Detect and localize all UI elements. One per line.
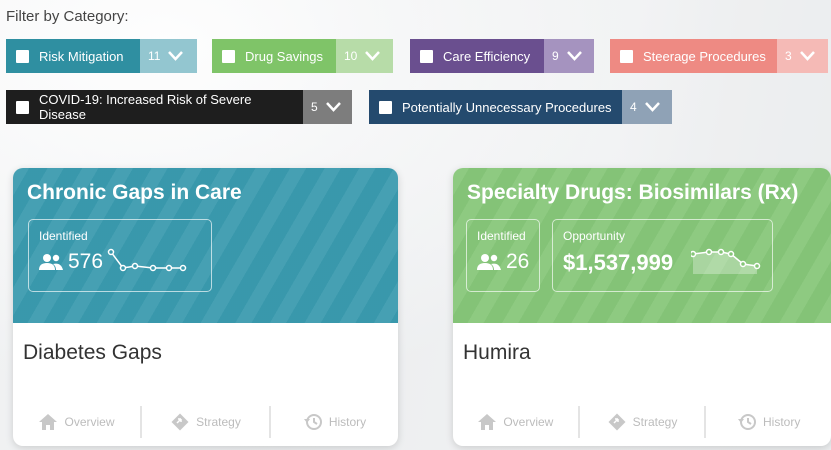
- chip-main[interactable]: Potentially Unnecessary Procedures: [369, 90, 622, 124]
- checkbox[interactable]: [16, 100, 29, 114]
- chevron-down-icon: [566, 51, 582, 61]
- chip-count[interactable]: 9: [544, 39, 594, 73]
- count-value: 11: [148, 49, 161, 63]
- history-label: History: [328, 415, 367, 429]
- chevron-down-icon: [644, 102, 660, 112]
- chip-label: Potentially Unnecessary Procedures: [402, 99, 612, 115]
- overview-button[interactable]: Overview: [453, 406, 578, 438]
- history-icon: [738, 414, 756, 430]
- count-value: 5: [311, 100, 318, 114]
- trend-sparkline: [691, 248, 761, 274]
- chip-label: Risk Mitigation: [39, 48, 124, 64]
- count-value: 10: [344, 49, 358, 63]
- filter-chip-risk-mitigation[interactable]: Risk Mitigation 11: [6, 39, 197, 73]
- chip-label: Steerage Procedures: [643, 48, 766, 64]
- identified-label: Identified: [39, 229, 88, 243]
- count-value: 3: [785, 49, 792, 63]
- overview-label: Overview: [64, 415, 115, 429]
- overview-button[interactable]: Overview: [13, 406, 140, 438]
- checkbox[interactable]: [620, 49, 633, 63]
- opportunity-card-chronic-gaps[interactable]: Chronic Gaps in Care Identified 576 Diab…: [13, 168, 398, 446]
- home-icon: [478, 414, 497, 430]
- history-button[interactable]: History: [704, 406, 831, 438]
- strategy-icon: [608, 413, 626, 431]
- identified-value: 26: [506, 250, 530, 273]
- chip-main[interactable]: Steerage Procedures: [610, 39, 777, 73]
- identified-label: Identified: [477, 229, 526, 243]
- checkbox[interactable]: [379, 100, 392, 114]
- chevron-down-icon: [168, 51, 184, 61]
- chevron-down-icon: [325, 102, 341, 112]
- chip-count[interactable]: 5: [303, 90, 352, 124]
- identified-stat-box: Identified 576: [28, 219, 212, 292]
- identified-value-row: 26: [477, 250, 529, 274]
- filter-chip-steerage-procedures[interactable]: Steerage Procedures 3: [610, 39, 828, 73]
- strategy-button[interactable]: Strategy: [577, 406, 705, 438]
- chip-count[interactable]: 10: [336, 39, 393, 73]
- filter-chip-drug-savings[interactable]: Drug Savings 10: [212, 39, 393, 73]
- strategy-label: Strategy: [196, 415, 241, 429]
- history-label: History: [763, 415, 801, 429]
- chip-main[interactable]: Risk Mitigation: [6, 39, 140, 73]
- chip-count[interactable]: 4: [622, 90, 672, 124]
- identified-stat-box: Identified 26: [466, 219, 540, 292]
- users-icon: [477, 254, 501, 270]
- filter-chip-potentially-unnecessary-procedures[interactable]: Potentially Unnecessary Procedures 4: [369, 90, 672, 124]
- card-item-name: Diabetes Gaps: [23, 341, 162, 364]
- checkbox[interactable]: [420, 49, 433, 63]
- card-header: Specialty Drugs: Biosimilars (Rx) Identi…: [453, 168, 831, 323]
- count-value: 9: [552, 49, 559, 63]
- strategy-button[interactable]: Strategy: [140, 406, 269, 438]
- count-value: 4: [630, 100, 637, 114]
- history-button[interactable]: History: [269, 406, 398, 438]
- filter-chip-care-efficiency[interactable]: Care Efficiency 9: [410, 39, 594, 73]
- card-title: Specialty Drugs: Biosimilars (Rx): [467, 181, 799, 204]
- chip-label: COVID-19: Increased Risk of Severe Disea…: [39, 92, 252, 122]
- chip-main[interactable]: COVID-19: Increased Risk of Severe Disea…: [6, 90, 303, 124]
- chip-label: Drug Savings: [245, 48, 324, 64]
- identified-value-row: 576: [39, 250, 103, 274]
- history-icon: [303, 414, 322, 430]
- filter-heading: Filter by Category:: [6, 8, 129, 25]
- card-header: Chronic Gaps in Care Identified 576: [13, 168, 398, 323]
- chevron-down-icon: [365, 51, 381, 61]
- checkbox[interactable]: [16, 49, 29, 63]
- opportunity-label: Opportunity: [563, 229, 626, 243]
- filter-chip-covid19[interactable]: COVID-19: Increased Risk of Severe Disea…: [6, 90, 352, 124]
- chip-count[interactable]: 3: [777, 39, 828, 73]
- users-icon: [39, 254, 63, 270]
- home-icon: [39, 414, 58, 430]
- chip-count[interactable]: 11: [140, 39, 197, 73]
- trend-sparkline: [107, 248, 187, 272]
- strategy-label: Strategy: [632, 415, 678, 429]
- opportunity-stat-box: Opportunity $1,537,999: [552, 219, 773, 292]
- checkbox[interactable]: [222, 49, 235, 63]
- identified-value: 576: [68, 250, 104, 273]
- card-title: Chronic Gaps in Care: [27, 181, 242, 204]
- strategy-icon: [171, 413, 189, 431]
- chip-main[interactable]: Drug Savings: [212, 39, 336, 73]
- chip-main[interactable]: Care Efficiency: [410, 39, 544, 73]
- card-actions: Overview Strategy History: [453, 406, 831, 438]
- card-actions: Overview Strategy History: [13, 406, 398, 438]
- overview-label: Overview: [503, 415, 554, 429]
- card-item-name: Humira: [463, 341, 531, 364]
- opportunity-value: $1,537,999: [563, 250, 674, 275]
- chip-label: Care Efficiency: [443, 48, 531, 64]
- opportunity-card-specialty-drugs[interactable]: Specialty Drugs: Biosimilars (Rx) Identi…: [453, 168, 831, 446]
- chevron-down-icon: [799, 51, 815, 61]
